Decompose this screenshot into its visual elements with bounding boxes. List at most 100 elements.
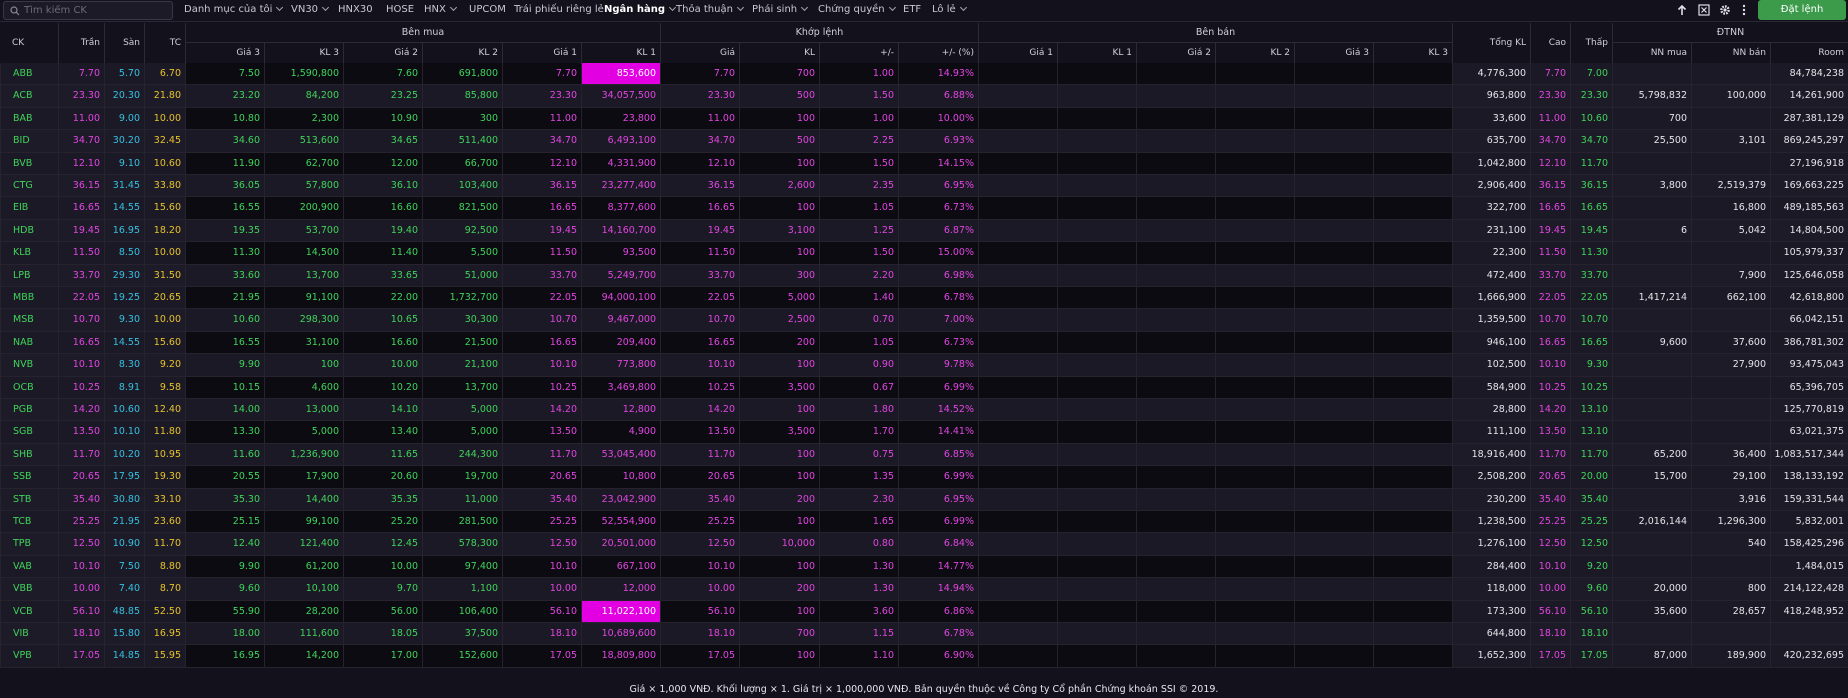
stock-row-klb[interactable]: KLB 11.50 8.50 10.00 11.30 14,500 11.40 5,500 11… bbox=[0, 242, 1848, 265]
col-foreign-room[interactable]: Room bbox=[1770, 42, 1848, 63]
stock-row-vpb[interactable]: VPB 17.05 14.85 15.95 16.95 14,200 17.00 152,60… bbox=[0, 645, 1848, 668]
nav-tab-10[interactable]: Chứng quyền bbox=[818, 3, 896, 15]
settings-icon[interactable] bbox=[1719, 4, 1731, 16]
cell-ck[interactable]: NAB bbox=[0, 331, 58, 355]
nav-tab-7[interactable]: Ngân hàng bbox=[604, 3, 677, 15]
col-sell-price-2[interactable]: Giá 2 bbox=[1136, 42, 1215, 63]
stock-row-bid[interactable]: BID 34.70 30.20 32.45 34.60 513,600 34.65 511,4… bbox=[0, 130, 1848, 153]
stock-row-abb[interactable]: ABB 7.70 5.70 6.70 7.50 1,590,800 7.60 691,800 7… bbox=[0, 63, 1848, 86]
nav-tab-12[interactable]: Lô lẻ bbox=[932, 3, 967, 15]
stock-row-vbb[interactable]: VBB 10.00 7.40 8.70 9.60 10,100 9.70 1,100 10.00… bbox=[0, 578, 1848, 601]
nav-tab-6[interactable]: Trái phiếu riêng lẻ bbox=[514, 4, 604, 15]
stock-row-msb[interactable]: MSB 10.70 9.30 10.00 10.60 298,300 10.65 30,300… bbox=[0, 309, 1848, 332]
nav-tab-1[interactable]: VN30 bbox=[291, 3, 330, 15]
excel-icon[interactable] bbox=[1698, 4, 1710, 16]
cell-ck[interactable]: VIB bbox=[0, 623, 58, 646]
stock-row-tpb[interactable]: TPB 12.50 10.90 11.70 12.40 121,400 12.45 578,3… bbox=[0, 533, 1848, 556]
nav-tab-4[interactable]: HNX bbox=[424, 3, 457, 15]
nav-tab-3[interactable]: HOSE bbox=[386, 4, 414, 15]
stock-row-vcb[interactable]: VCB 56.10 48.85 52.50 55.90 28,200 56.00 106,40… bbox=[0, 600, 1848, 623]
cell-ck[interactable]: SSB bbox=[0, 466, 58, 489]
cell-ck[interactable]: VBB bbox=[0, 578, 58, 601]
stock-row-sgb[interactable]: SGB 13.50 10.10 11.80 13.30 5,000 13.40 5,000 13… bbox=[0, 421, 1848, 444]
cell-ck[interactable]: ACB bbox=[0, 85, 58, 108]
stock-row-stb[interactable]: STB 35.40 30.80 33.10 35.30 14,400 35.35 11,000… bbox=[0, 488, 1848, 511]
cell-ck[interactable]: CTG bbox=[0, 175, 58, 198]
cell-ck[interactable]: VCB bbox=[0, 600, 58, 623]
nav-tab-8[interactable]: Thỏa thuận bbox=[676, 3, 744, 15]
col-high[interactable]: Cao bbox=[1530, 23, 1570, 63]
cell-ck[interactable]: BID bbox=[0, 130, 58, 153]
col-low[interactable]: Thấp bbox=[1570, 23, 1612, 63]
cell-ck[interactable]: MSB bbox=[0, 309, 58, 332]
col-change[interactable]: +/- bbox=[819, 42, 898, 63]
col-ck[interactable]: CK bbox=[0, 23, 58, 63]
arrow-up-icon[interactable] bbox=[1676, 4, 1688, 16]
cell-ck[interactable]: TCB bbox=[0, 511, 58, 534]
stock-row-nvb[interactable]: NVB 10.10 8.30 9.20 9.90 100 10.00 21,100 10.10 7… bbox=[0, 354, 1848, 377]
cell-ck[interactable]: SHB bbox=[0, 443, 58, 467]
col-buy-price-1[interactable]: Giá 1 bbox=[502, 42, 581, 63]
stock-row-vib[interactable]: VIB 18.10 15.80 16.95 18.00 111,600 18.05 37,50… bbox=[0, 623, 1848, 646]
cell-ck[interactable]: MBB bbox=[0, 287, 58, 310]
stock-row-pgb[interactable]: PGB 14.20 10.60 12.40 14.00 13,000 14.10 5,000 1… bbox=[0, 399, 1848, 422]
col-foreign-buy[interactable]: NN mua bbox=[1612, 42, 1691, 63]
cell-ck[interactable]: PGB bbox=[0, 399, 58, 422]
stock-row-mbb[interactable]: MBB 22.05 19.25 20.65 21.95 91,100 22.00 1,732,… bbox=[0, 287, 1848, 310]
stock-row-lpb[interactable]: LPB 33.70 29.30 31.50 33.60 13,700 33.65 51,000… bbox=[0, 264, 1848, 287]
col-buy-vol-2[interactable]: KL 2 bbox=[422, 42, 502, 63]
col-change-percent[interactable]: +/- (%) bbox=[898, 42, 978, 63]
stock-row-eib[interactable]: EIB 16.65 14.55 15.60 16.55 200,900 16.60 821,5… bbox=[0, 197, 1848, 220]
stock-row-acb[interactable]: ACB 23.30 20.30 21.80 23.20 84,200 23.25 85,800… bbox=[0, 85, 1848, 108]
cell-ck[interactable]: KLB bbox=[0, 242, 58, 265]
stock-row-nab[interactable]: NAB 16.65 14.55 15.60 16.55 31,100 16.60 21,500… bbox=[0, 331, 1848, 355]
place-order-button[interactable]: Đặt lệnh bbox=[1758, 0, 1846, 20]
col-buy-price-2[interactable]: Giá 2 bbox=[343, 42, 422, 63]
cell-ck[interactable]: BAB bbox=[0, 107, 58, 131]
nav-tab-11[interactable]: ETF bbox=[903, 4, 921, 15]
nav-tab-5[interactable]: UPCOM bbox=[469, 4, 506, 15]
stock-row-ctg[interactable]: CTG 36.15 31.45 33.80 36.05 57,800 36.10 103,40… bbox=[0, 175, 1848, 198]
stock-row-hdb[interactable]: HDB 19.45 16.95 18.20 19.35 53,700 19.40 92,500… bbox=[0, 219, 1848, 243]
cell-ck[interactable]: BVB bbox=[0, 152, 58, 175]
col-sell-vol-3[interactable]: KL 3 bbox=[1373, 42, 1452, 63]
col-foreign-sell[interactable]: NN bán bbox=[1691, 42, 1770, 63]
col-match-price[interactable]: Giá bbox=[660, 42, 739, 63]
cell-ck[interactable]: ABB bbox=[0, 63, 58, 86]
cell-ck[interactable]: EIB bbox=[0, 197, 58, 220]
stock-row-bvb[interactable]: BVB 12.10 9.10 10.60 11.90 62,700 12.00 66,700 1… bbox=[0, 152, 1848, 175]
cell-ck[interactable]: NVB bbox=[0, 354, 58, 377]
cell-ck[interactable]: VAB bbox=[0, 555, 58, 579]
col-buy-vol-3[interactable]: KL 3 bbox=[264, 42, 343, 63]
col-ceiling[interactable]: Trần bbox=[58, 23, 104, 63]
nav-tab-2[interactable]: HNX30 bbox=[338, 4, 373, 15]
cell-ck[interactable]: SGB bbox=[0, 421, 58, 444]
cell-ck[interactable]: VPB bbox=[0, 645, 58, 668]
stock-row-vab[interactable]: VAB 10.10 7.50 8.80 9.90 61,200 10.00 97,400 10.… bbox=[0, 555, 1848, 579]
stock-row-tcb[interactable]: TCB 25.25 21.95 23.60 25.15 99,100 25.20 281,50… bbox=[0, 511, 1848, 534]
stock-row-shb[interactable]: SHB 11.70 10.20 10.95 11.60 1,236,900 11.65 244… bbox=[0, 443, 1848, 467]
cell-ck[interactable]: STB bbox=[0, 488, 58, 511]
stock-row-ssb[interactable]: SSB 20.65 17.95 19.30 20.55 17,900 20.60 19,700… bbox=[0, 466, 1848, 489]
stock-row-ocb[interactable]: OCB 10.25 8.91 9.58 10.15 4,600 10.20 13,700 10.… bbox=[0, 376, 1848, 399]
cell-ck[interactable]: HDB bbox=[0, 219, 58, 243]
col-floor[interactable]: Sàn bbox=[104, 23, 144, 63]
col-buy-price-3[interactable]: Giá 3 bbox=[185, 42, 264, 63]
col-sell-vol-1[interactable]: KL 1 bbox=[1057, 42, 1136, 63]
search-box[interactable] bbox=[3, 1, 173, 20]
col-buy-vol-1[interactable]: KL 1 bbox=[581, 42, 660, 63]
nav-tab-9[interactable]: Phái sinh bbox=[752, 3, 809, 15]
nav-tab-0[interactable]: Danh mục của tôi bbox=[184, 3, 284, 15]
col-sell-price-3[interactable]: Giá 3 bbox=[1294, 42, 1373, 63]
more-vertical-icon[interactable] bbox=[1738, 4, 1750, 16]
cell-ck[interactable]: LPB bbox=[0, 264, 58, 287]
col-sell-vol-2[interactable]: KL 2 bbox=[1215, 42, 1294, 63]
col-match-volume[interactable]: KL bbox=[739, 42, 819, 63]
col-reference[interactable]: TC bbox=[144, 23, 185, 63]
stock-row-bab[interactable]: BAB 11.00 9.00 10.00 10.80 2,300 10.90 300 11.00… bbox=[0, 107, 1848, 131]
col-total-volume[interactable]: Tổng KL bbox=[1452, 23, 1530, 63]
col-sell-price-1[interactable]: Giá 1 bbox=[978, 42, 1057, 63]
cell-ck[interactable]: TPB bbox=[0, 533, 58, 556]
search-input[interactable] bbox=[24, 3, 169, 18]
cell-ck[interactable]: OCB bbox=[0, 376, 58, 399]
